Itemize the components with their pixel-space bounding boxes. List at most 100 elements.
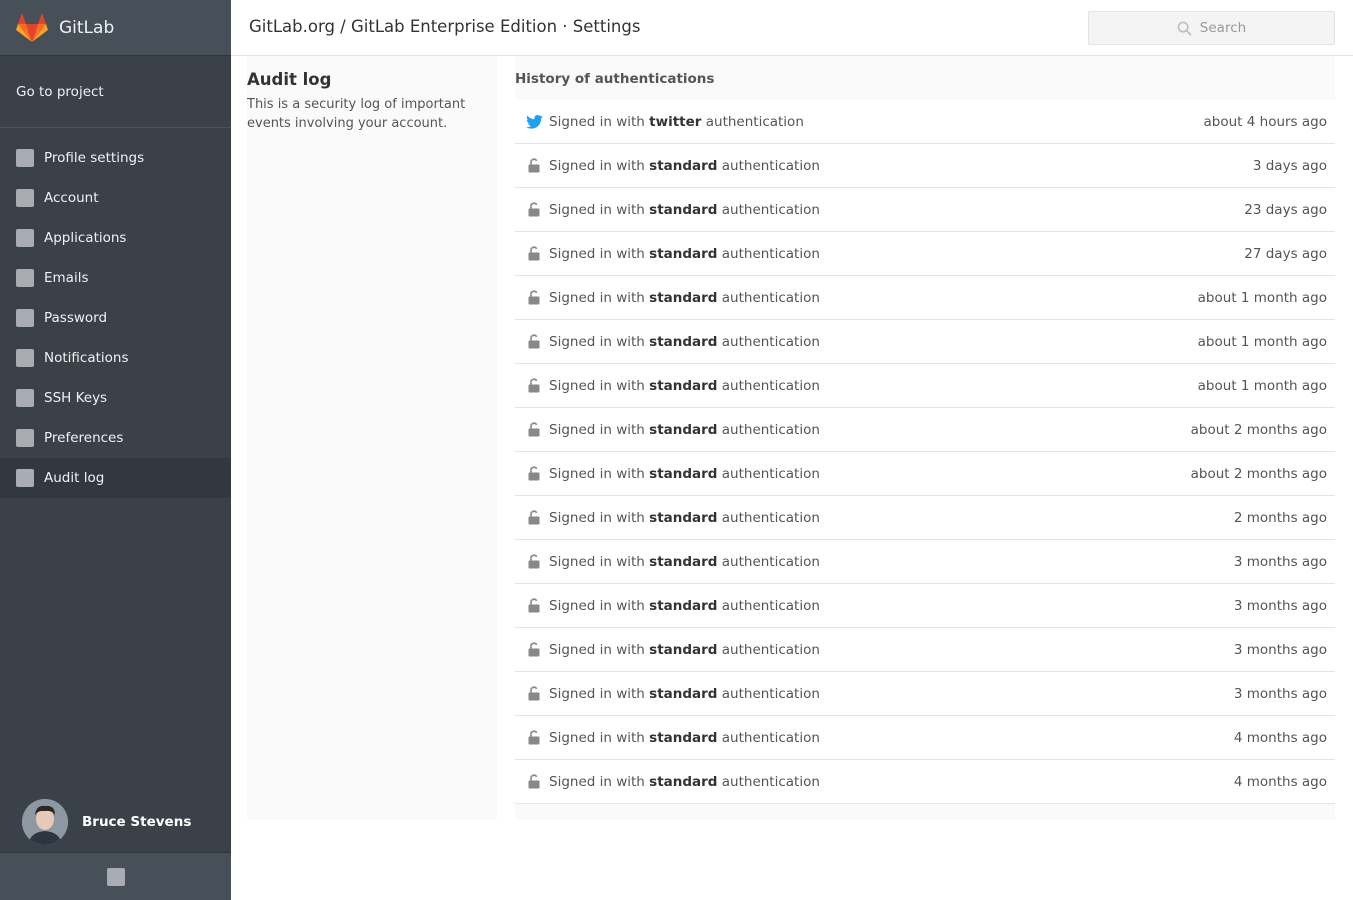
lock-icon [525,553,543,571]
entry-method: standard [649,685,718,702]
lock-icon [525,377,543,395]
entry-suffix: authentication [721,597,820,614]
search-input[interactable]: Search [1088,11,1335,45]
history-entry-text: Signed in with standard authentication [549,378,820,394]
sidebar-item-account[interactable]: Account [0,178,231,218]
list-item: Signed in with standard authentication 3… [515,540,1335,584]
profile-icon [16,149,34,167]
list-item: Signed in with standard authentication a… [515,408,1335,452]
entry-method: standard [649,641,718,658]
history-entry-text: Signed in with standard authentication [549,334,820,350]
entry-suffix: authentication [705,113,804,130]
list-item: Signed in with standard authentication 4… [515,716,1335,760]
list-item: Signed in with standard authentication 2… [515,232,1335,276]
history-entry-text: Signed in with standard authentication [549,554,820,570]
entry-time: 27 days ago [1244,245,1327,262]
entry-time: about 1 month ago [1197,289,1327,306]
entry-prefix: Signed in with [549,509,650,526]
entry-suffix: authentication [721,377,820,394]
breadcrumb[interactable]: GitLab.org / GitLab Enterprise Edition ·… [249,17,640,36]
lock-icon [525,773,543,791]
entry-prefix: Signed in with [549,465,650,482]
user-name[interactable]: Bruce Stevens [82,814,191,830]
entry-suffix: authentication [721,553,820,570]
lock-icon [525,465,543,483]
entry-prefix: Signed in with [549,773,650,790]
preferences-icon [16,429,34,447]
page-title: Audit log [247,70,332,89]
gitlab-logo-icon[interactable] [16,12,48,44]
entry-method: standard [649,597,718,614]
account-icon [16,189,34,207]
entry-suffix: authentication [721,641,820,658]
history-entry-text: Signed in with standard authentication [549,466,820,482]
history-entry-text: Signed in with standard authentication [549,774,820,790]
applications-icon [16,229,34,247]
lock-icon [525,641,543,659]
password-icon [16,309,34,327]
sidebar-item-profile-settings[interactable]: Profile settings [0,138,231,178]
entry-method: twitter [649,113,702,130]
entry-suffix: authentication [721,245,820,262]
entry-prefix: Signed in with [549,641,650,658]
sidebar-item-label: Account [44,190,99,206]
entry-time: about 1 month ago [1197,377,1327,394]
sidebar-item-notifications[interactable]: Notifications [0,338,231,378]
lock-icon [525,289,543,307]
emails-icon [16,269,34,287]
entry-suffix: authentication [721,685,820,702]
entry-prefix: Signed in with [549,685,650,702]
sidebar-item-label: Profile settings [44,150,145,166]
sidebar-header[interactable]: GitLab [0,0,231,56]
entry-suffix: authentication [721,157,820,174]
twitter-icon [525,113,543,131]
entry-suffix: authentication [721,333,820,350]
sidebar-nav: Profile settings Account Applications Em… [0,138,231,498]
history-list: Signed in with twitter authentication ab… [515,100,1335,804]
lock-icon [525,245,543,263]
entry-method: standard [649,509,718,526]
go-to-project-link[interactable]: Go to project [0,56,231,128]
sidebar-footer [0,852,231,900]
key-icon [16,389,34,407]
entry-prefix: Signed in with [549,201,650,218]
entry-prefix: Signed in with [549,553,650,570]
history-entry-text: Signed in with twitter authentication [549,114,804,130]
list-item: Signed in with standard authentication 3… [515,672,1335,716]
entry-prefix: Signed in with [549,113,650,130]
sidebar-item-emails[interactable]: Emails [0,258,231,298]
history-entry-text: Signed in with standard authentication [549,246,820,262]
sidebar-item-password[interactable]: Password [0,298,231,338]
list-item: Signed in with standard authentication a… [515,320,1335,364]
list-item: Signed in with standard authentication 2… [515,496,1335,540]
entry-method: standard [649,157,718,174]
entry-time: 3 days ago [1252,157,1327,174]
sidebar-item-preferences[interactable]: Preferences [0,418,231,458]
lock-icon [525,685,543,703]
lock-icon [525,729,543,747]
entry-method: standard [649,421,718,438]
sidebar-item-label: Emails [44,270,89,286]
entry-method: standard [649,377,718,394]
entry-method: standard [649,465,718,482]
entry-prefix: Signed in with [549,421,650,438]
collapse-sidebar-icon[interactable] [106,867,125,886]
sidebar-item-label: Notifications [44,350,129,366]
history-entry-text: Signed in with standard authentication [549,686,820,702]
entry-prefix: Signed in with [549,245,650,262]
brand-name[interactable]: GitLab [59,18,114,38]
sidebar-item-ssh-keys[interactable]: SSH Keys [0,378,231,418]
notifications-icon [16,349,34,367]
sidebar-item-label: Password [44,310,108,326]
avatar[interactable] [22,799,68,845]
entry-time: 3 months ago [1233,597,1327,614]
sidebar-item-label: Applications [44,230,127,246]
history-entry-text: Signed in with standard authentication [549,730,820,746]
user-profile[interactable]: Bruce Stevens [0,792,231,852]
entry-method: standard [649,333,718,350]
entry-method: standard [649,553,718,570]
list-item: Signed in with standard authentication 3… [515,584,1335,628]
sidebar-item-label: Preferences [44,430,124,446]
sidebar-item-audit-log[interactable]: Audit log [0,458,231,498]
sidebar-item-applications[interactable]: Applications [0,218,231,258]
